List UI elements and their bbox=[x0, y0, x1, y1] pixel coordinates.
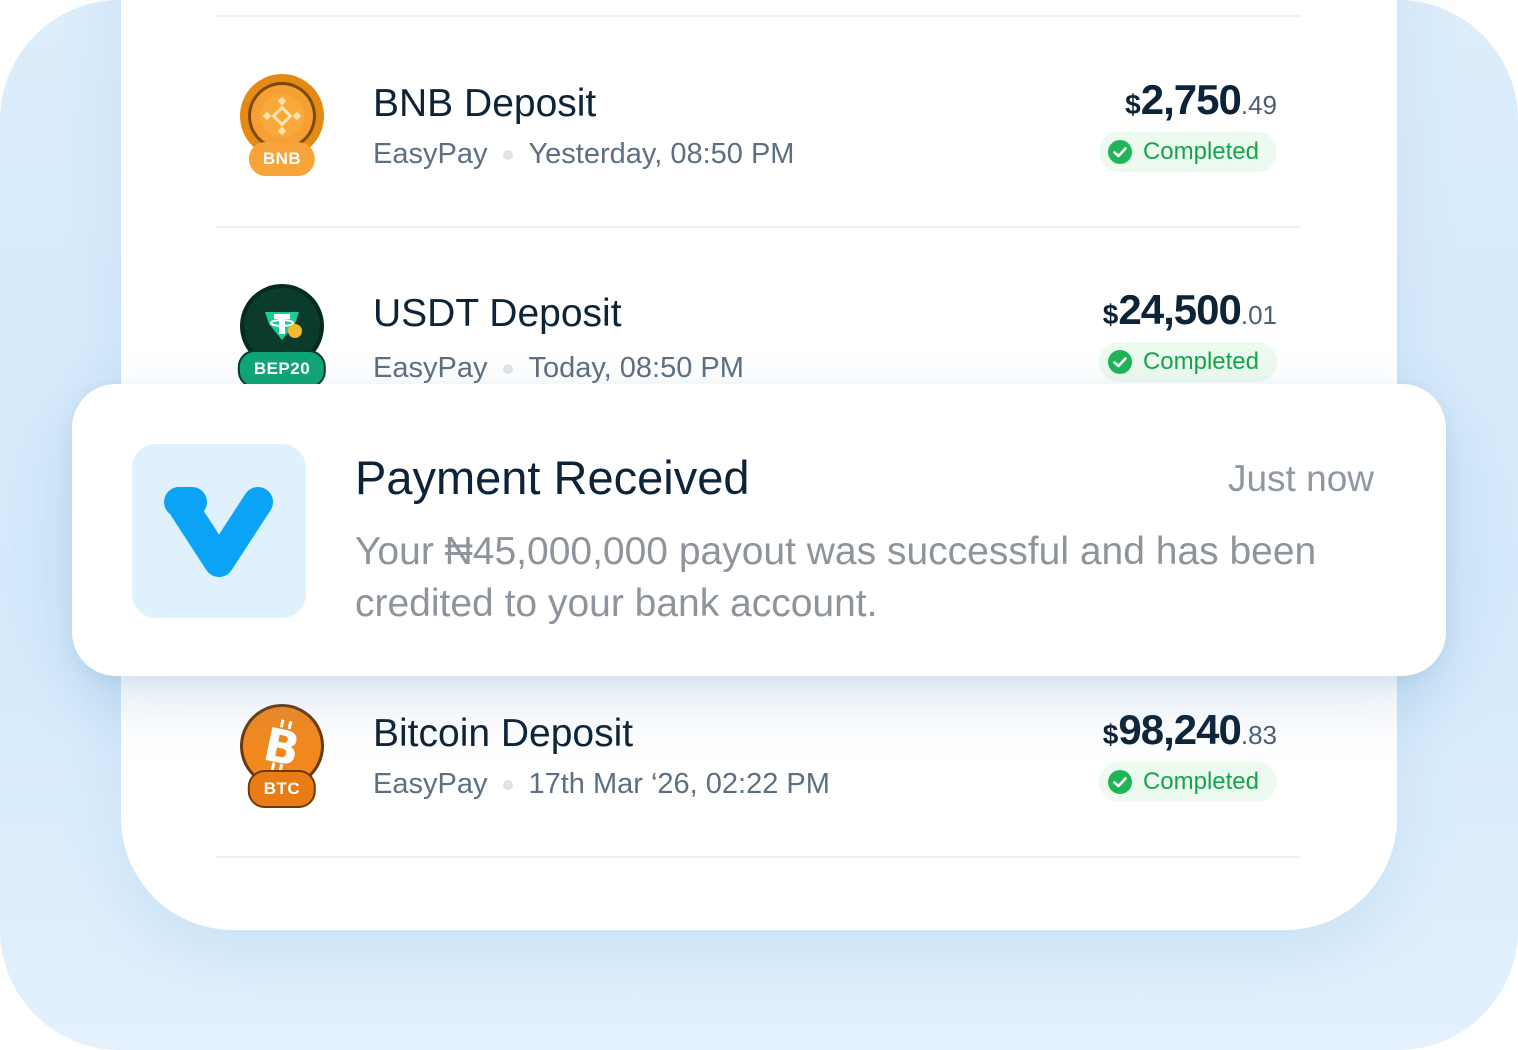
status-badge: Completed bbox=[1098, 762, 1277, 802]
separator-dot bbox=[503, 149, 514, 160]
status-label: Completed bbox=[1142, 348, 1259, 375]
amount-whole: 24,500 bbox=[1118, 286, 1241, 333]
transaction-source: EasyPay bbox=[373, 138, 488, 170]
divider bbox=[216, 226, 1301, 228]
notification-time: Just now bbox=[1227, 458, 1374, 499]
status-badge: Completed bbox=[1098, 132, 1277, 172]
transaction-time: 17th Mar ‘26, 02:22 PM bbox=[528, 768, 830, 800]
transaction-source: EasyPay bbox=[373, 768, 488, 800]
transaction-title: USDT Deposit bbox=[373, 292, 622, 335]
divider bbox=[216, 15, 1301, 17]
check-badge-icon bbox=[1107, 770, 1132, 794]
transaction-amount: $24,500.01 bbox=[1103, 286, 1277, 334]
transaction-time: Today, 08:50 PM bbox=[528, 352, 744, 384]
usdt-coin-icon: BEP20 bbox=[237, 284, 327, 388]
transaction-meta: EasyPay Today, 08:50 PM bbox=[373, 352, 744, 385]
screen: BNB BNB Deposit EasyPay Yesterday, 08:50… bbox=[0, 0, 1518, 1050]
transaction-time: Yesterday, 08:50 PM bbox=[528, 138, 795, 170]
coin-tag: BNB bbox=[248, 142, 316, 176]
transaction-meta: EasyPay Yesterday, 08:50 PM bbox=[373, 138, 794, 171]
payment-notification[interactable]: Payment Received Just now Your ₦45,000,0… bbox=[72, 384, 1446, 676]
notification-body: Your ₦45,000,000 payout was successful a… bbox=[355, 530, 1317, 625]
transaction-row-bnb[interactable]: BNB BNB Deposit EasyPay Yesterday, 08:50… bbox=[216, 74, 1301, 234]
transaction-amount: $2,750.49 bbox=[1125, 76, 1277, 124]
check-badge-icon bbox=[1107, 140, 1132, 164]
status-badge: Completed bbox=[1098, 342, 1277, 382]
bitcoin-coin-icon: B BTC bbox=[240, 704, 324, 808]
amount-cents: .49 bbox=[1240, 90, 1277, 120]
bnb-coin-icon: BNB bbox=[240, 74, 324, 176]
check-badge-icon bbox=[1107, 350, 1132, 374]
status-label: Completed bbox=[1142, 768, 1259, 795]
amount-cents: .01 bbox=[1240, 300, 1277, 330]
currency-symbol: $ bbox=[1102, 719, 1119, 750]
transaction-row-bitcoin[interactable]: B BTC Bitcoin Deposit EasyPay 17th Mar ‘… bbox=[216, 704, 1301, 864]
status-label: Completed bbox=[1142, 138, 1259, 165]
transaction-title: Bitcoin Deposit bbox=[373, 712, 634, 755]
currency-symbol: $ bbox=[1102, 299, 1119, 330]
coin-tag: BTC bbox=[247, 770, 317, 808]
currency-symbol: $ bbox=[1125, 89, 1141, 120]
easypay-logo-icon bbox=[132, 444, 306, 618]
transaction-source: EasyPay bbox=[373, 352, 488, 384]
coin-tag: BEP20 bbox=[237, 350, 327, 388]
notification-title: Payment Received bbox=[355, 451, 750, 504]
amount-cents: .83 bbox=[1240, 720, 1277, 750]
separator-dot bbox=[503, 779, 514, 790]
transaction-amount: $98,240.83 bbox=[1103, 706, 1277, 754]
transaction-title: BNB Deposit bbox=[373, 82, 597, 125]
amount-whole: 98,240 bbox=[1118, 706, 1241, 753]
divider bbox=[216, 856, 1301, 858]
separator-dot bbox=[503, 363, 514, 374]
amount-whole: 2,750 bbox=[1140, 76, 1242, 123]
transaction-meta: EasyPay 17th Mar ‘26, 02:22 PM bbox=[373, 768, 830, 801]
